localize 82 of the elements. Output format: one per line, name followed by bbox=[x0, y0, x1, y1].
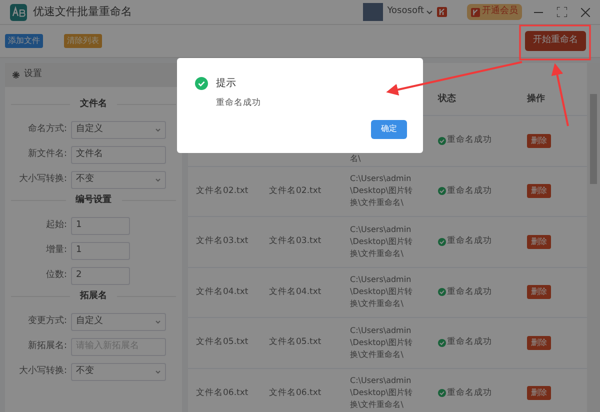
path-cell-text: C:\Users\admin\Desktop\图片转换\文件重命名\ bbox=[350, 274, 414, 310]
table-cell: 文件名03.txt bbox=[196, 236, 248, 246]
field-label: 位数: bbox=[44, 268, 67, 282]
section-title: 编号设置 bbox=[74, 194, 112, 207]
highlight-frame bbox=[519, 24, 591, 60]
vip-button[interactable]: 开通会员 bbox=[467, 4, 522, 20]
fullscreen-icon[interactable] bbox=[557, 7, 567, 17]
status-text: 重命名成功 bbox=[447, 134, 492, 148]
delete-button[interactable]: 删除 bbox=[527, 234, 551, 249]
delete-button[interactable]: 删除 bbox=[527, 184, 551, 198]
select-field[interactable]: 不变 bbox=[71, 362, 166, 380]
start-rename-button[interactable]: 开始重命名 bbox=[525, 31, 586, 51]
success-check-icon bbox=[195, 77, 208, 90]
select-field[interactable]: 自定义 bbox=[71, 120, 166, 138]
field-label: 新拓展名: bbox=[26, 340, 67, 353]
field-label: 命名方式: bbox=[26, 122, 67, 136]
status-text: 重命名成功 bbox=[447, 336, 492, 350]
path-cell-text: C:\Users\admin\Desktop\图片转换\文件重命名\ bbox=[350, 224, 414, 260]
check-circle-icon bbox=[438, 238, 446, 246]
status-text: 重命名成功 bbox=[447, 235, 492, 248]
section-title: 文件名 bbox=[79, 98, 108, 111]
input-field[interactable]: 1 bbox=[71, 242, 130, 260]
select-field[interactable]: 不变 bbox=[71, 170, 166, 188]
check-circle-icon bbox=[438, 136, 446, 145]
toolbar-button[interactable]: 清除列表 bbox=[64, 34, 102, 48]
field-label: 起始: bbox=[44, 218, 67, 232]
table-cell: 文件名02.txt bbox=[196, 186, 248, 196]
input-field[interactable]: 2 bbox=[71, 266, 130, 284]
path-cell-text: C:\Users\admin\Desktop\图片转换\文件重命名\ bbox=[350, 375, 414, 412]
user-name[interactable]: Yososoft bbox=[387, 5, 424, 19]
table-cell: 文件名02.txt bbox=[269, 186, 322, 196]
dialog-message: 重命名成功 bbox=[216, 97, 262, 110]
column-header: 操作 bbox=[527, 93, 545, 106]
chevron-down-icon[interactable] bbox=[155, 370, 161, 374]
scrollbar-thumb[interactable] bbox=[590, 94, 597, 184]
badge-icon bbox=[437, 7, 447, 17]
table-cell: 文件名05.txt bbox=[269, 337, 322, 348]
gear-icon bbox=[12, 71, 20, 79]
input-field[interactable]: 1 bbox=[71, 216, 130, 234]
toolbar-button[interactable]: 添加文件 bbox=[5, 34, 43, 48]
delete-button[interactable]: 删除 bbox=[527, 134, 551, 148]
chevron-down-icon[interactable] bbox=[426, 10, 433, 14]
chevron-down-icon[interactable] bbox=[155, 178, 161, 182]
field-label: 大小写转换: bbox=[18, 364, 67, 378]
table-cell: 文件名04.txt bbox=[269, 286, 322, 297]
annotation-arrow bbox=[551, 63, 569, 126]
table-cell: 文件名06.txt bbox=[196, 388, 248, 398]
check-circle-icon bbox=[438, 338, 446, 347]
table-cell: 文件名06.txt bbox=[269, 388, 322, 398]
app-logo-icon bbox=[10, 4, 27, 20]
dialog-title: 提示 bbox=[216, 77, 236, 91]
section-title: 拓展名 bbox=[78, 290, 108, 303]
check-circle-icon bbox=[438, 389, 446, 398]
input-field[interactable]: 文件名 bbox=[71, 146, 166, 164]
check-circle-icon bbox=[438, 187, 446, 196]
table-cell: 文件名05.txt bbox=[196, 337, 248, 348]
delete-button[interactable]: 删除 bbox=[527, 285, 551, 300]
delete-button[interactable]: 删除 bbox=[527, 386, 551, 400]
status-text: 重命名成功 bbox=[447, 286, 492, 299]
delete-button[interactable]: 删除 bbox=[527, 336, 551, 350]
path-cell-text: C:\Users\admin\Desktop\图片转换\文件重命名\ bbox=[350, 173, 414, 210]
table-cell: 文件名03.txt bbox=[269, 236, 322, 246]
window-title: 优速文件批量重命名 bbox=[33, 4, 132, 20]
close-icon[interactable] bbox=[581, 8, 590, 16]
chevron-down-icon[interactable] bbox=[155, 320, 161, 324]
table-cell: 文件名04.txt bbox=[196, 286, 248, 297]
field-label: 增量: bbox=[44, 244, 67, 257]
field-label: 变更方式: bbox=[26, 314, 67, 328]
status-text: 重命名成功 bbox=[447, 386, 492, 400]
ok-button[interactable]: 确定 bbox=[371, 120, 407, 139]
path-cell-text: 名\ bbox=[350, 152, 362, 164]
avatar-photo-placeholder bbox=[363, 3, 384, 21]
column-header: 状态 bbox=[438, 93, 457, 106]
path-cell-text: C:\Users\admin\Desktop\图片转换\文件重命名\ bbox=[350, 324, 414, 361]
select-field[interactable]: 自定义 bbox=[71, 312, 166, 330]
settings-title: 设置 bbox=[24, 68, 42, 82]
field-label: 大小写转换: bbox=[18, 172, 67, 186]
badge-icon bbox=[471, 8, 480, 16]
status-text: 重命名成功 bbox=[447, 184, 492, 198]
check-circle-icon bbox=[438, 288, 446, 296]
chevron-down-icon[interactable] bbox=[155, 128, 161, 132]
field-label: 新文件名: bbox=[26, 148, 67, 161]
